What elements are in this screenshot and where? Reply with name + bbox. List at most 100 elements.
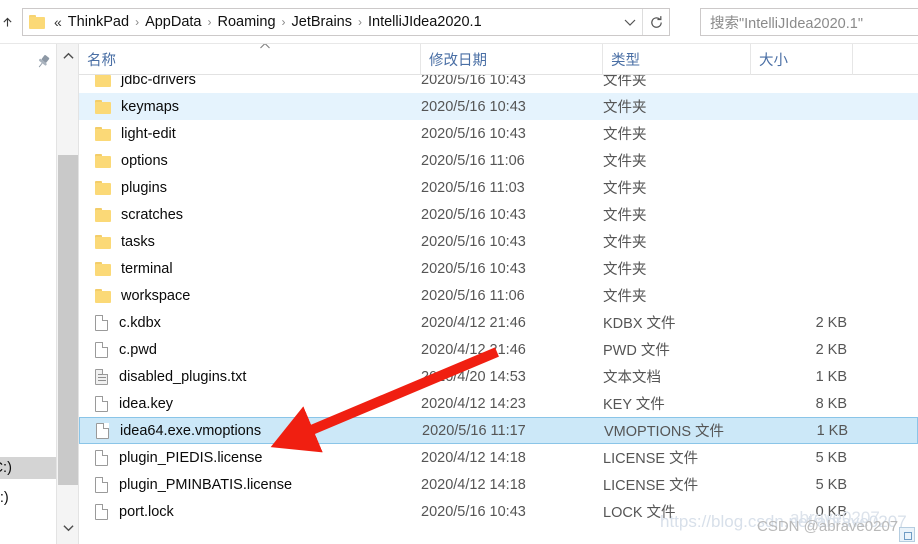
breadcrumb-item-jetbrains[interactable]: JetBrains [292, 14, 352, 30]
folder-icon [95, 153, 112, 168]
column-header-date-modified[interactable]: 修改日期 [420, 44, 602, 75]
file-icon [95, 476, 108, 493]
column-header-label: 类型 [611, 53, 640, 69]
scrollbar-thumb[interactable] [58, 155, 78, 485]
column-header-spacer [852, 44, 918, 75]
file-date-cell: 2020/4/12 14:23 [421, 395, 526, 412]
table-row[interactable]: idea.key 2020/4/12 14:23 KEY 文件 8 KB [79, 390, 918, 417]
breadcrumb-separator[interactable]: › [358, 15, 362, 29]
file-name-label: plugins [121, 179, 167, 196]
file-type-cell: 文件夹 [603, 154, 647, 170]
file-icon [95, 395, 108, 412]
file-name-label: options [121, 152, 168, 169]
file-name-label: tasks [121, 233, 155, 250]
breadcrumb-separator[interactable]: › [208, 15, 212, 29]
table-row[interactable]: scratches 2020/5/16 10:43 文件夹 [79, 201, 918, 228]
file-size-cell: 2 KB [815, 314, 847, 331]
table-row[interactable]: workspace 2020/5/16 11:06 文件夹 [79, 282, 918, 309]
file-name-cell: plugins [95, 180, 167, 196]
file-name-label: port.lock [119, 503, 174, 520]
file-icon [96, 422, 109, 439]
breadcrumb-separator[interactable]: › [282, 15, 286, 29]
column-header-name[interactable]: 名称 [79, 44, 420, 75]
column-header-label: 修改日期 [429, 53, 487, 69]
table-row[interactable]: disabled_plugins.txt 2020/4/20 14:53 文本文档 1… [79, 363, 918, 390]
file-size-cell: 1 KB [815, 368, 847, 385]
column-header-label: 名称 [87, 53, 116, 69]
file-date-cell: 2020/5/16 10:43 [421, 206, 526, 223]
scroll-down-icon[interactable] [57, 518, 79, 538]
file-date-cell: 2020/4/20 14:53 [421, 368, 526, 385]
file-size-cell: 5 KB [815, 476, 847, 493]
file-name-label: scratches [121, 206, 184, 223]
file-date-cell: 2020/5/16 10:43 [421, 125, 526, 142]
column-header-row: 名称 修改日期 类型 大小 [79, 44, 918, 75]
file-name-label: c.kdbx [119, 314, 161, 331]
file-icon [95, 449, 108, 466]
text-file-icon [95, 368, 108, 385]
table-row[interactable]: idea64.exe.vmoptions 2020/5/16 11:17 VMOPT… [79, 417, 918, 444]
breadcrumb-item-roaming[interactable]: Roaming [218, 14, 276, 30]
refresh-icon[interactable] [643, 9, 669, 35]
folder-icon [95, 180, 112, 195]
table-row[interactable]: plugins 2020/5/16 11:03 文件夹 [79, 174, 918, 201]
watermark-csdn: CSDN @abrave0207 [757, 518, 899, 535]
search-input[interactable]: 搜索"IntelliJIdea2020.1" [700, 8, 918, 36]
table-row[interactable]: c.pwd 2020/4/12 21:46 PWD 文件 2 KB [79, 336, 918, 363]
file-name-cell: idea.key [95, 395, 174, 412]
column-header-label: 大小 [759, 53, 788, 69]
folder-icon [95, 261, 112, 276]
file-name-label: disabled_plugins.txt [119, 368, 247, 385]
sidebar-item-drive-c[interactable]: ws (C:) [0, 457, 56, 479]
breadcrumb-item-thinkpad[interactable]: ThinkPad [68, 14, 129, 30]
file-type-cell: 文件夹 [603, 289, 647, 305]
breadcrumb-separator[interactable]: › [135, 15, 139, 29]
file-type-cell: 文件夹 [603, 100, 647, 116]
file-name-label: c.pwd [119, 341, 157, 358]
scroll-up-icon[interactable] [57, 46, 79, 66]
file-type-cell: PWD 文件 [603, 343, 670, 359]
folder-icon [95, 207, 112, 222]
table-row[interactable]: options 2020/5/16 11:06 文件夹 [79, 147, 918, 174]
file-name-cell: plugin_PIEDIS.license [95, 449, 262, 466]
table-row[interactable]: tasks 2020/5/16 10:43 文件夹 [79, 228, 918, 255]
chevron-down-icon[interactable] [617, 9, 643, 35]
table-row[interactable]: c.kdbx 2020/4/12 21:46 KDBX 文件 2 KB [79, 309, 918, 336]
navigation-scrollbar[interactable] [57, 44, 79, 544]
folder-icon [95, 234, 112, 249]
breadcrumb-item-intellijidea[interactable]: IntelliJIdea2020.1 [368, 14, 482, 30]
column-header-size[interactable]: 大小 [750, 44, 852, 75]
pin-icon[interactable] [34, 53, 52, 71]
file-type-cell: 文件夹 [603, 181, 647, 197]
table-row[interactable]: plugin_PIEDIS.license 2020/4/12 14:18 LICE… [79, 444, 918, 471]
table-row[interactable]: light-edit 2020/5/16 10:43 文件夹 [79, 120, 918, 147]
folder-icon [95, 126, 112, 141]
file-list-view: 名称 修改日期 类型 大小 jdbc-drivers 2020/5/16 10:4… [79, 44, 918, 544]
file-icon [95, 314, 108, 331]
file-size-cell: 1 KB [816, 422, 848, 439]
file-type-cell: 文件夹 [603, 208, 647, 224]
table-row[interactable]: terminal 2020/5/16 10:43 文件夹 [79, 255, 918, 282]
resize-corner-badge [899, 527, 915, 542]
breadcrumb-overflow[interactable]: « [54, 14, 62, 30]
sidebar-item-label: ws (C:) [0, 460, 12, 476]
file-name-cell: workspace [95, 288, 190, 304]
table-row[interactable]: plugin_PMINBATIS.license 2020/4/12 14:18 L… [79, 471, 918, 498]
file-name-cell: disabled_plugins.txt [95, 368, 247, 385]
sidebar-item-drive-d[interactable]: 量 (D:) [0, 485, 56, 507]
navigation-pane: ws (C:) 量 (D:) [0, 44, 57, 544]
file-date-cell: 2020/4/12 21:46 [421, 314, 526, 331]
file-type-cell: 文件夹 [603, 127, 647, 143]
folder-icon [95, 99, 112, 114]
file-name-label: idea.key [119, 395, 174, 412]
table-row[interactable]: keymaps 2020/5/16 10:43 文件夹 [79, 93, 918, 120]
address-bar[interactable]: « ThinkPad › AppData › Roaming › JetBrai… [22, 8, 670, 36]
file-date-cell: 2020/4/12 21:46 [421, 341, 526, 358]
file-size-cell: 5 KB [815, 449, 847, 466]
file-icon [95, 503, 108, 520]
file-type-cell: 文本文档 [603, 370, 661, 386]
column-header-type[interactable]: 类型 [602, 44, 750, 75]
breadcrumb-item-appdata[interactable]: AppData [145, 14, 201, 30]
navigate-up-button[interactable] [0, 10, 18, 34]
file-name-cell: port.lock [95, 503, 174, 520]
